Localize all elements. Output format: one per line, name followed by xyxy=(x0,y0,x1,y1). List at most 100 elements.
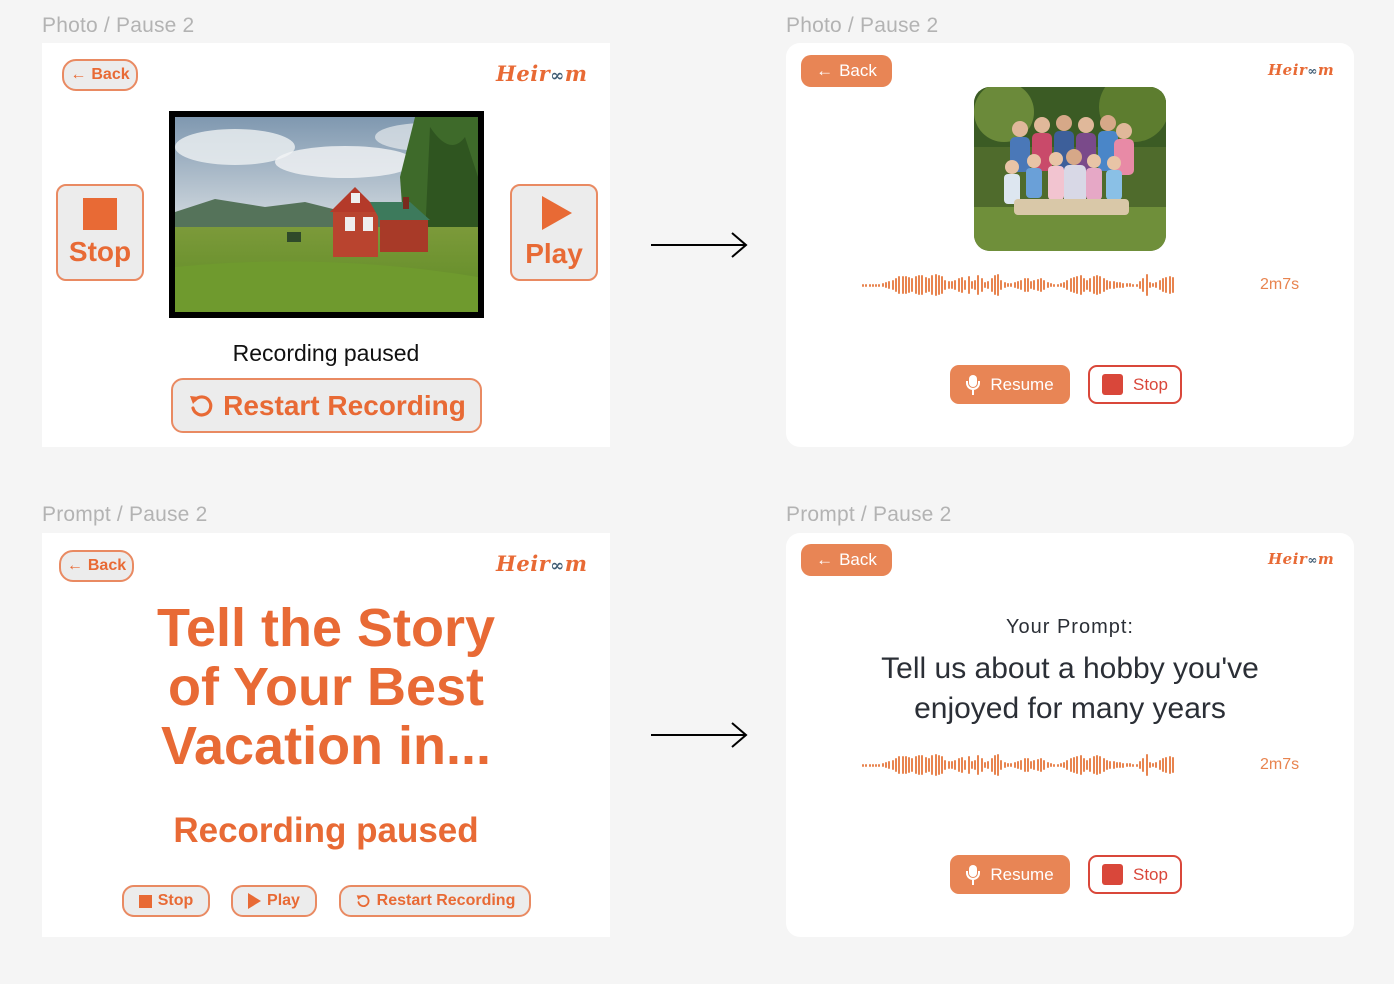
waveform-bar xyxy=(944,280,947,290)
stop-button[interactable]: Stop xyxy=(1088,855,1182,894)
waveform-bar xyxy=(1132,763,1135,767)
waveform-bar xyxy=(1112,761,1115,769)
back-button[interactable]: ← Back xyxy=(62,59,138,91)
play-button[interactable]: Play xyxy=(510,184,598,281)
waveform-bar xyxy=(1162,278,1165,292)
stop-button[interactable]: Stop xyxy=(1088,365,1182,404)
waveform-bar xyxy=(954,760,957,770)
waveform-bar xyxy=(901,756,904,774)
waveform-bar xyxy=(947,281,950,289)
waveform-bar xyxy=(1043,760,1046,770)
stop-label: Stop xyxy=(1133,864,1168,884)
waveform-bar xyxy=(1115,282,1118,288)
restart-recording-button[interactable]: Restart Recording xyxy=(339,885,531,917)
waveform-bar xyxy=(1165,757,1168,773)
waveform-bar xyxy=(1053,763,1056,767)
back-button[interactable]: ← Back xyxy=(801,55,892,87)
waveform-bar xyxy=(977,755,980,775)
waveform-bar xyxy=(1046,282,1049,288)
stop-button[interactable]: Stop xyxy=(122,885,210,917)
waveform-bar xyxy=(1030,761,1033,769)
waveform-bar xyxy=(1000,760,1003,770)
waveform-bar xyxy=(1036,759,1039,771)
waveform-bar xyxy=(1079,755,1082,775)
photo-pause-frame-new: ← Back Heir∞m 2m7s Resume Stop xyxy=(786,43,1354,447)
waveform-bar xyxy=(964,760,967,770)
waveform-bar xyxy=(1125,283,1128,287)
waveform-bar xyxy=(1007,763,1010,767)
waveform-bar xyxy=(1142,278,1145,292)
stop-button[interactable]: Stop xyxy=(56,184,144,281)
waveform-bar xyxy=(1152,283,1155,287)
waveform-bar xyxy=(954,280,957,290)
back-button[interactable]: ← Back xyxy=(801,544,892,576)
waveform-bar xyxy=(1171,757,1174,773)
waveform-bar xyxy=(1023,278,1026,292)
left-arrow-icon: ← xyxy=(816,550,834,569)
waveform-bar xyxy=(974,280,977,290)
waveform-bar xyxy=(1148,282,1151,288)
waveform-bar xyxy=(1023,758,1026,772)
waveform-bar xyxy=(1138,281,1141,289)
waveform-bar xyxy=(1158,760,1161,770)
resume-label: Resume xyxy=(990,864,1054,884)
restart-recording-button[interactable]: Restart Recording xyxy=(171,378,482,433)
left-arrow-icon: ← xyxy=(70,66,87,83)
play-button[interactable]: Play xyxy=(231,885,317,917)
restart-label: Restart Recording xyxy=(223,389,466,421)
waveform-bar xyxy=(924,277,927,293)
waveform-bar xyxy=(1016,761,1019,769)
waveform-bar xyxy=(898,276,901,294)
waveform-bar xyxy=(1073,277,1075,293)
waveform-bar xyxy=(980,758,983,772)
waveform-bar xyxy=(862,763,864,767)
waveform-bar xyxy=(1003,762,1006,768)
waveform-bar xyxy=(924,757,927,773)
waveform-bar xyxy=(911,758,914,772)
prompt-text: Tell us about a hobby you've enjoyed for… xyxy=(786,649,1354,729)
resume-button[interactable]: Resume xyxy=(950,365,1070,404)
audio-waveform xyxy=(862,273,1175,297)
prompt-pause-frame-old: ← Back Heir∞m Tell the Story of Your Bes… xyxy=(42,533,610,937)
waveform-bar xyxy=(868,763,871,767)
waveform-bar xyxy=(957,758,960,772)
stop-label: Stop xyxy=(157,892,194,909)
stop-square-icon xyxy=(1102,864,1123,885)
waveform-bar xyxy=(1026,758,1029,772)
waveform-bar xyxy=(1102,758,1105,772)
waveform-bar xyxy=(1125,763,1128,767)
waveform-bar xyxy=(1129,763,1132,767)
waveform-bar xyxy=(993,755,996,775)
family-photo xyxy=(974,87,1166,251)
waveform-bar xyxy=(1030,281,1033,289)
resume-button[interactable]: Resume xyxy=(950,855,1070,894)
left-arrow-icon: ← xyxy=(816,61,834,80)
waveform-bar xyxy=(1089,278,1092,292)
waveform-bar xyxy=(1096,275,1099,295)
waveform-bar xyxy=(951,761,954,769)
waveform-bar xyxy=(1003,282,1006,288)
waveform-bar xyxy=(960,277,963,293)
back-button[interactable]: ← Back xyxy=(59,550,134,582)
waveform-bar xyxy=(1162,758,1165,772)
waveform-bar xyxy=(987,281,990,289)
waveform-bar xyxy=(1112,281,1115,289)
back-label: Back xyxy=(839,550,877,569)
waveform-bar xyxy=(931,275,934,295)
play-triangle-icon xyxy=(542,195,572,230)
waveform-bar xyxy=(1122,282,1125,288)
waveform-bar xyxy=(885,762,888,768)
waveform-bar xyxy=(1145,754,1148,776)
back-label: Back xyxy=(87,557,127,574)
play-label: Play xyxy=(267,892,300,909)
waveform-bar xyxy=(1129,283,1132,287)
waveform-bar xyxy=(875,763,878,767)
waveform-bar xyxy=(957,278,960,292)
restart-label: Restart Recording xyxy=(376,892,516,909)
resume-label: Resume xyxy=(990,374,1054,394)
waveform-bar xyxy=(1082,278,1085,292)
prompt-text-line: enjoyed for many years xyxy=(914,692,1226,725)
waveform-bar xyxy=(970,281,973,289)
waveform-bar xyxy=(1016,281,1019,289)
waveform-bar xyxy=(1066,280,1069,290)
